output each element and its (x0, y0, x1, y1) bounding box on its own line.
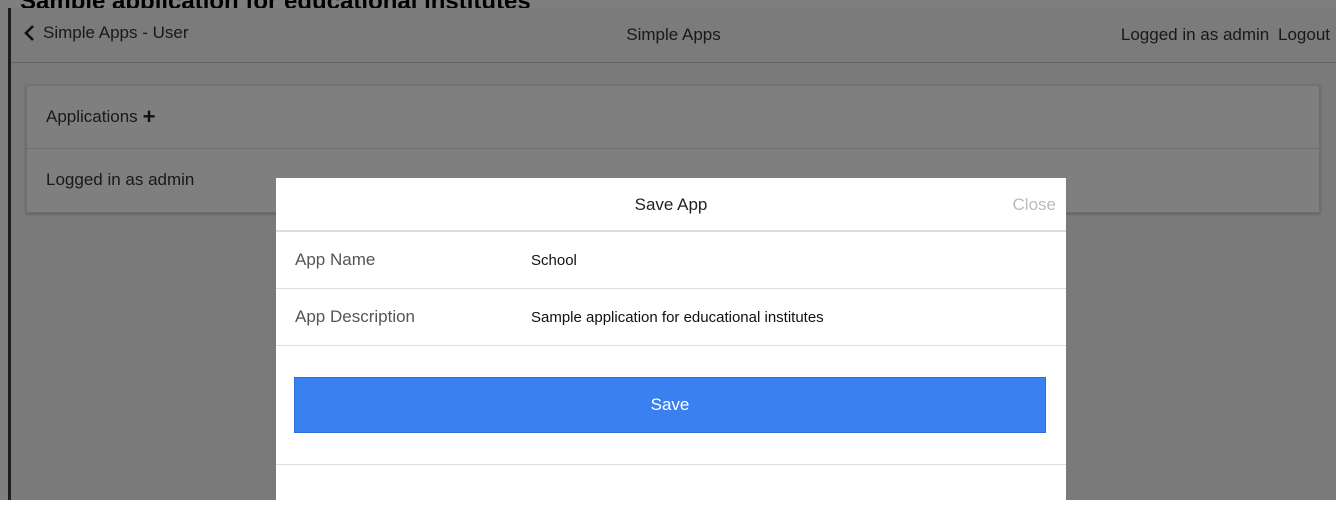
modal-header: Save App Close (276, 178, 1066, 232)
app-description-row: App Description (276, 289, 1066, 346)
save-app-modal: Save App Close App Name App Description … (276, 178, 1066, 508)
save-button[interactable]: Save (294, 377, 1046, 433)
app-description-label: App Description (295, 307, 416, 326)
modal-title: Save App (634, 195, 708, 214)
save-area: Save (276, 346, 1066, 465)
close-button[interactable]: Close (1013, 195, 1056, 215)
app-name-label: App Name (295, 250, 376, 269)
app-description-input[interactable] (531, 303, 1051, 331)
app-name-input[interactable] (531, 246, 1051, 274)
app-name-row: App Name (276, 232, 1066, 289)
